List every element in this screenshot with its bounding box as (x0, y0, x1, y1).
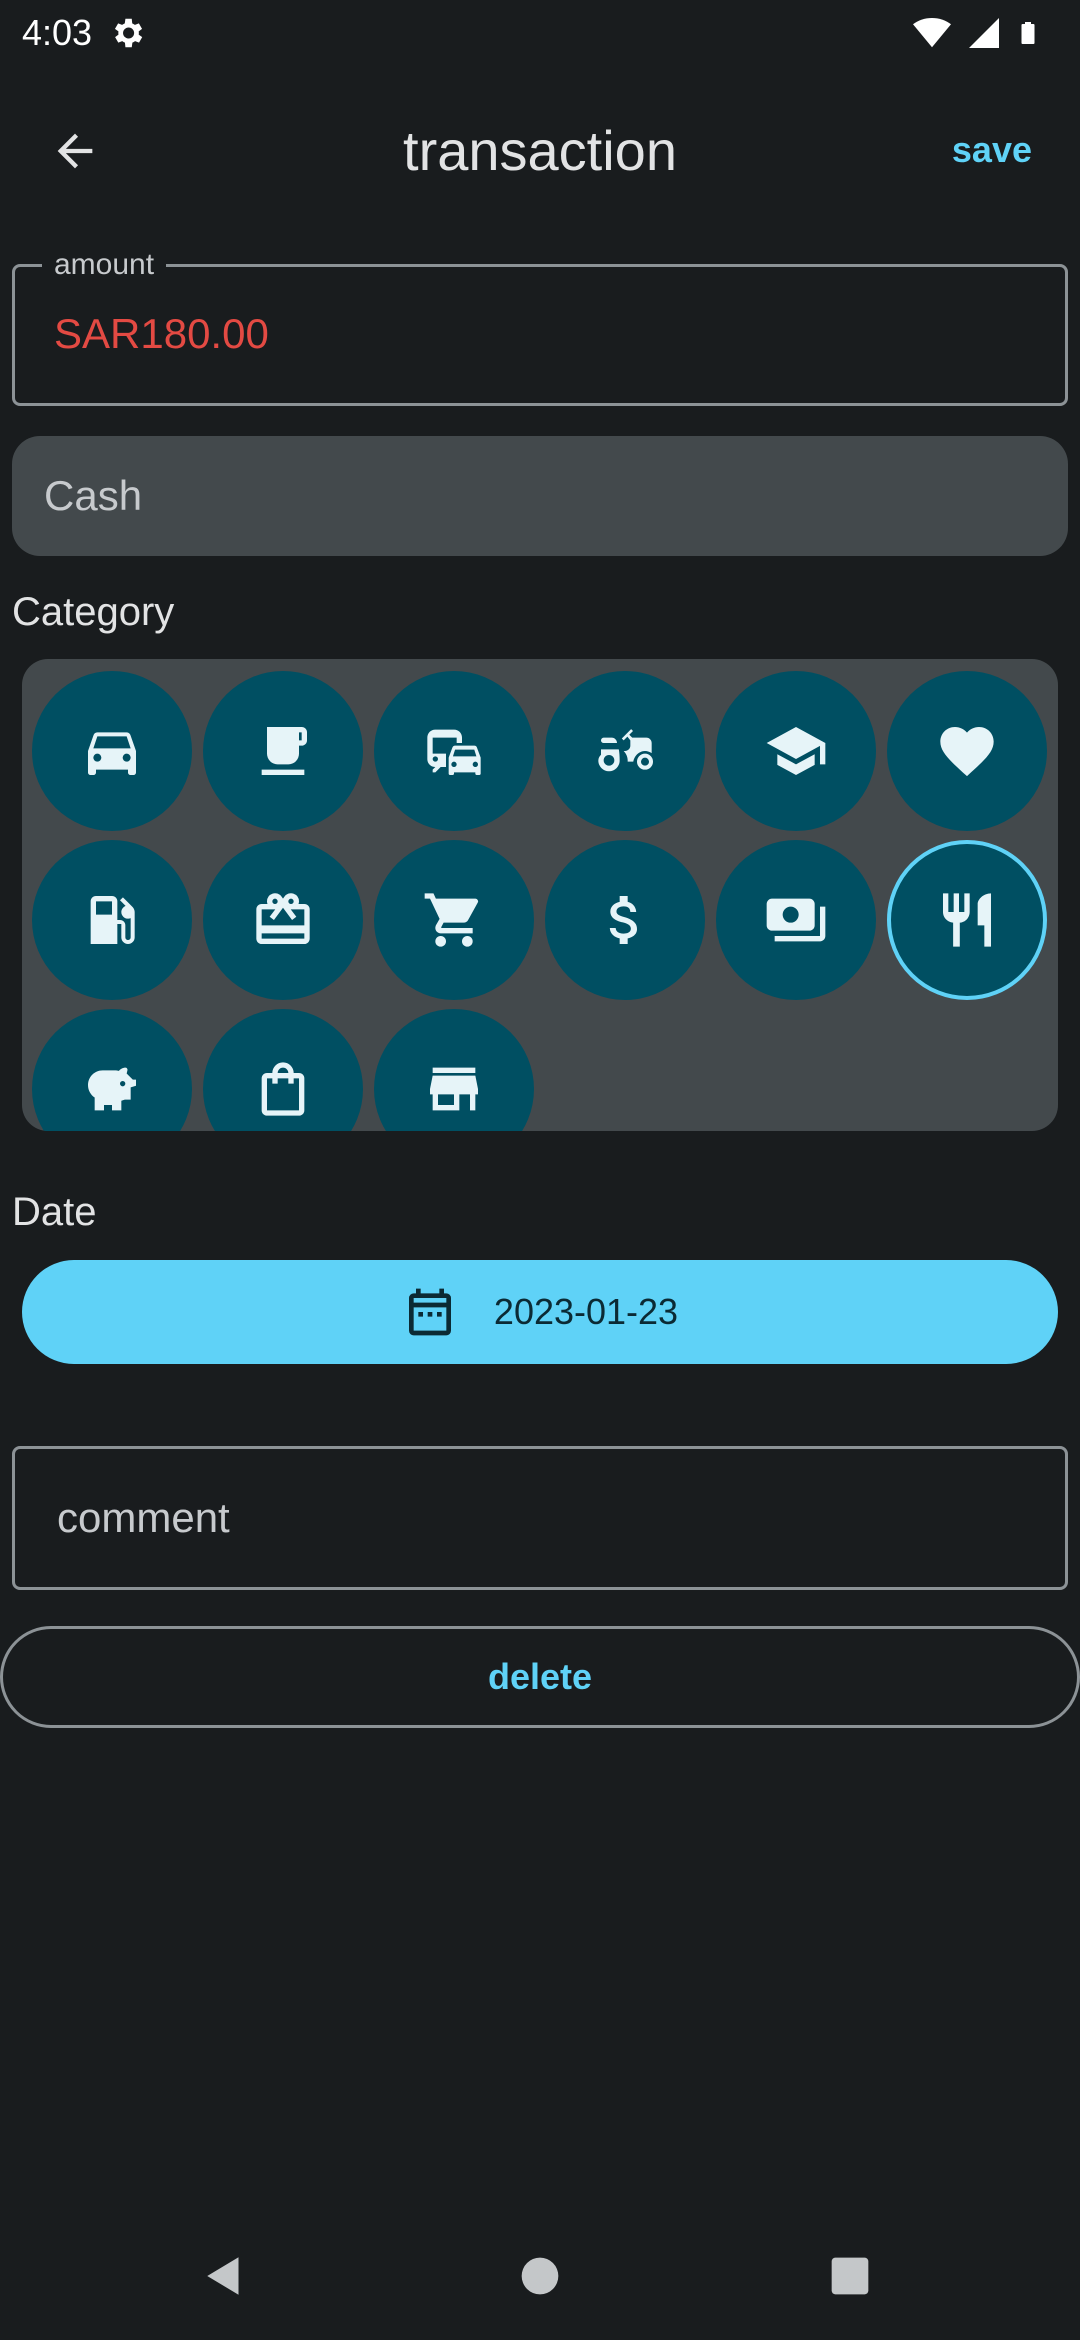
comment-field[interactable]: comment (12, 1446, 1068, 1590)
settings-icon (108, 14, 146, 52)
calendar-icon (408, 1288, 451, 1336)
wifi-icon (913, 17, 951, 48)
gift-card-icon (256, 893, 310, 944)
category-store[interactable] (374, 1009, 534, 1131)
category-restaurant[interactable] (887, 840, 1047, 1000)
graduation-cap-icon (766, 727, 826, 775)
restaurant-icon (943, 893, 991, 947)
amount-label: amount (42, 245, 167, 285)
account-select[interactable]: Cash (12, 436, 1068, 556)
status-icons (912, 14, 1040, 52)
circle-home-icon (521, 2257, 559, 2295)
category-shopping[interactable] (203, 1009, 363, 1131)
delete-button[interactable]: delete (0, 1626, 1080, 1728)
category-groceries[interactable] (374, 840, 534, 1000)
category-education[interactable] (716, 671, 876, 831)
commute-icon (427, 729, 481, 775)
shopping-cart-icon (424, 893, 479, 947)
nav-recents-button[interactable] (820, 2246, 880, 2306)
category-label: Category (12, 590, 175, 634)
category-car[interactable] (32, 671, 192, 831)
store-icon (430, 1067, 478, 1111)
category-coffee[interactable] (203, 671, 363, 831)
category-money[interactable] (545, 840, 705, 1000)
category-health[interactable] (887, 671, 1047, 831)
shopping-bag-icon (261, 1062, 305, 1116)
category-grid (22, 659, 1058, 1131)
category-cash[interactable] (716, 840, 876, 1000)
date-picker-button[interactable]: 2023-01-23 (22, 1260, 1058, 1364)
fuel-pump-icon (90, 896, 135, 944)
date-value: 2023-01-23 (493, 1291, 679, 1332)
coffee-cup-icon (261, 727, 307, 775)
heart-icon (940, 727, 994, 777)
date-label: Date (12, 1190, 97, 1234)
category-commute[interactable] (374, 671, 534, 831)
category-tractor[interactable] (545, 671, 705, 831)
nav-home-button[interactable] (510, 2246, 570, 2306)
page-title: transaction (403, 119, 677, 182)
category-savings[interactable] (32, 1009, 192, 1131)
status-time: 4:03 (22, 12, 93, 53)
tractor-icon (598, 729, 653, 772)
category-fuel[interactable] (32, 840, 192, 1000)
piggy-bank-icon (88, 1067, 136, 1111)
amount-value[interactable]: SAR180.00 (54, 306, 269, 362)
dollar-icon (609, 896, 637, 944)
signal-icon (969, 18, 999, 48)
battery-icon (1021, 22, 1035, 44)
triangle-back-icon (207, 2257, 239, 2295)
nav-back-button[interactable] (196, 2246, 256, 2306)
save-button[interactable]: save (952, 122, 1032, 178)
money-bill-icon (766, 898, 826, 942)
square-recents-icon (831, 2257, 869, 2295)
category-gift-card[interactable] (203, 840, 363, 1000)
car-icon (88, 732, 136, 775)
